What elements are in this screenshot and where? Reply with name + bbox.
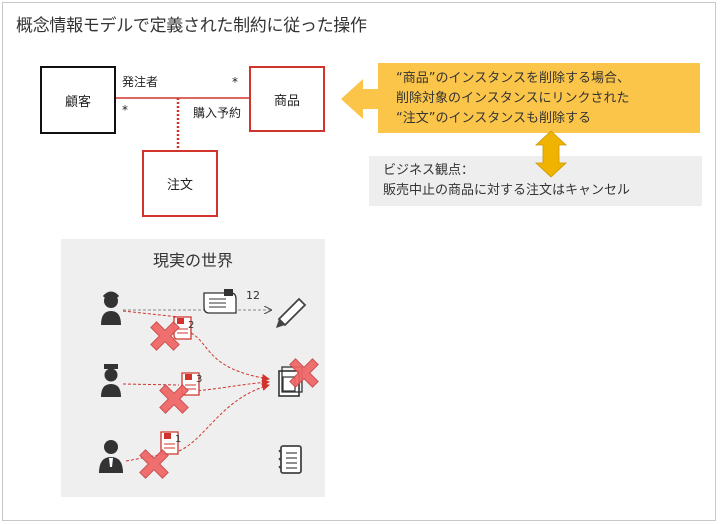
slide-canvas: 概念情報モデルで定義された制約に従った操作 顧客 商品 注文 発注者 * * 購… <box>2 2 716 521</box>
real-world-scene: 12 2 3 1 <box>99 289 319 479</box>
order-number: 3 <box>196 374 202 385</box>
notebook-icon <box>278 445 302 474</box>
scroll-document-icon <box>203 289 237 314</box>
order-number: 2 <box>188 320 194 331</box>
up-down-arrow-icon <box>534 130 568 178</box>
real-world-panel: 現実の世界 12 2 3 1 <box>61 239 325 497</box>
doc-number: 12 <box>246 289 260 302</box>
customer-man-icon <box>99 440 123 473</box>
order-number: 1 <box>175 434 181 445</box>
customer-woman-icon <box>101 291 121 325</box>
customer-officer-icon <box>101 364 121 397</box>
pencil-icon <box>276 297 307 328</box>
